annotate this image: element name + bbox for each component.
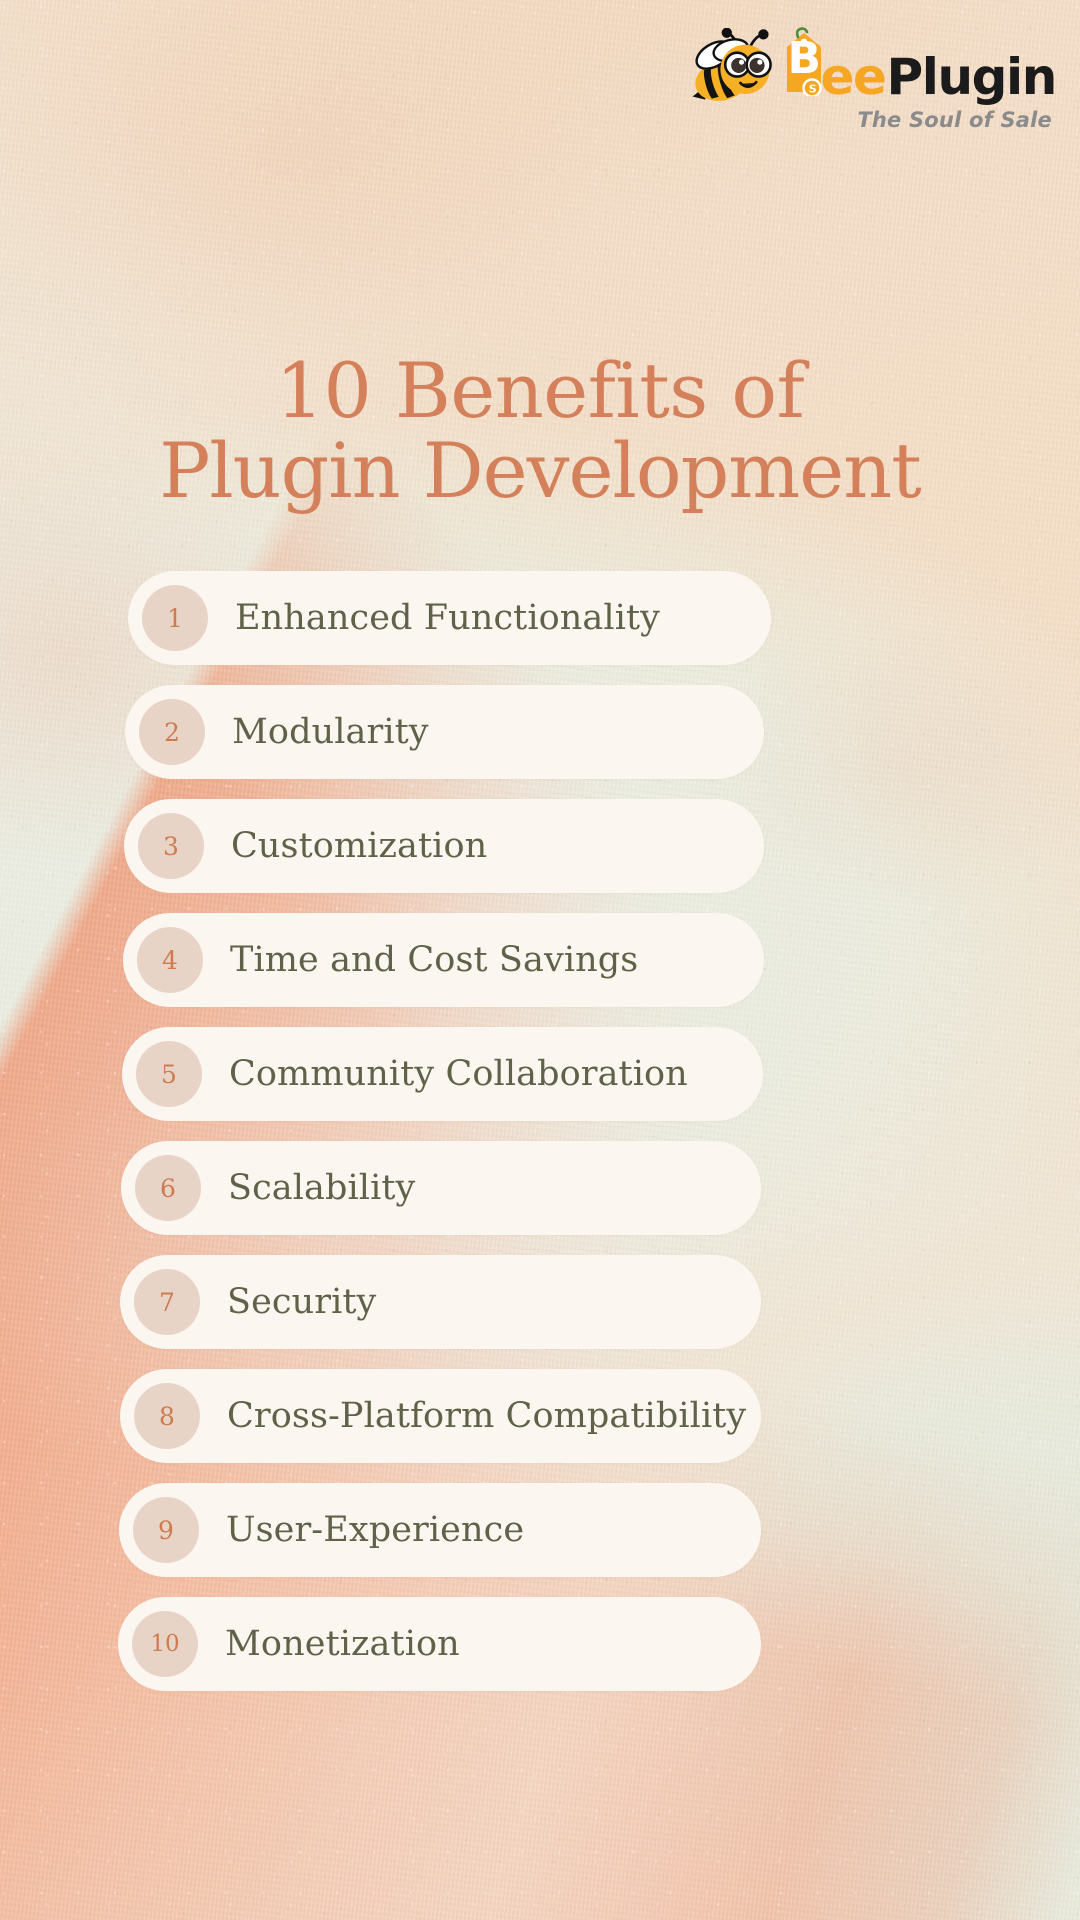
benefit-item-9[interactable]: 9 User-Experience [119, 1483, 761, 1577]
benefit-label: Time and Cost Savings [230, 939, 639, 980]
price-tag-icon: S B [778, 27, 823, 96]
benefit-number-badge: 1 [142, 585, 208, 651]
logo-row: S B ee Plugin [678, 27, 1057, 106]
title-line-1: 10 Benefits of [275, 345, 805, 435]
benefit-item-4[interactable]: 4 Time and Cost Savings [123, 913, 764, 1007]
logo-wordmark: S B ee Plugin [778, 27, 1057, 106]
benefit-item-7[interactable]: 7 Security [120, 1255, 761, 1349]
benefit-label: Community Collaboration [229, 1053, 688, 1094]
benefit-item-2[interactable]: 2 Modularity [125, 685, 764, 779]
page-title: 10 Benefits of Plugin Development [0, 345, 1080, 516]
benefit-label: Scalability [228, 1167, 416, 1208]
title-line-2: Plugin Development [159, 426, 922, 516]
benefit-number-badge: 10 [132, 1611, 198, 1677]
benefit-label: Enhanced Functionality [235, 597, 661, 638]
logo-text-plugin: Plugin [886, 48, 1057, 106]
benefit-number-badge: 9 [133, 1497, 199, 1563]
benefit-label: Modularity [232, 711, 429, 752]
benefit-number-badge: 4 [137, 927, 203, 993]
benefit-item-8[interactable]: 8 Cross-Platform Compatibility [120, 1369, 761, 1463]
benefit-number-badge: 2 [139, 699, 205, 765]
benefit-number-badge: 6 [135, 1155, 201, 1221]
benefit-item-6[interactable]: 6 Scalability [121, 1141, 761, 1235]
benefit-label: Security [227, 1281, 377, 1322]
benefit-number-badge: 8 [134, 1383, 200, 1449]
benefit-number-badge: 5 [136, 1041, 202, 1107]
logo-tagline: The Soul of Sale [857, 108, 1052, 132]
benefit-item-3[interactable]: 3 Customization [124, 799, 764, 893]
benefit-label: User-Experience [226, 1509, 525, 1550]
brand-logo[interactable]: S B ee Plugin The Soul of Sale [678, 27, 1057, 132]
benefit-label: Customization [231, 825, 488, 866]
logo-text-ee: ee [820, 48, 886, 106]
benefit-item-5[interactable]: 5 Community Collaboration [122, 1027, 763, 1121]
benefit-number-badge: 7 [134, 1269, 200, 1335]
benefits-list: 1 Enhanced Functionality 2 Modularity 3 … [0, 571, 1080, 1711]
benefit-item-1[interactable]: 1 Enhanced Functionality [128, 571, 771, 665]
benefit-label: Cross-Platform Compatibility [227, 1395, 747, 1436]
benefit-number-badge: 3 [138, 813, 204, 879]
infographic-canvas: S B ee Plugin The Soul of Sale 10 Benefi… [0, 0, 1080, 1920]
benefit-label: Monetization [225, 1623, 460, 1664]
bee-mascot-icon [678, 27, 774, 106]
benefit-item-10[interactable]: 10 Monetization [118, 1597, 761, 1691]
logo-letter-b: B [787, 33, 821, 84]
